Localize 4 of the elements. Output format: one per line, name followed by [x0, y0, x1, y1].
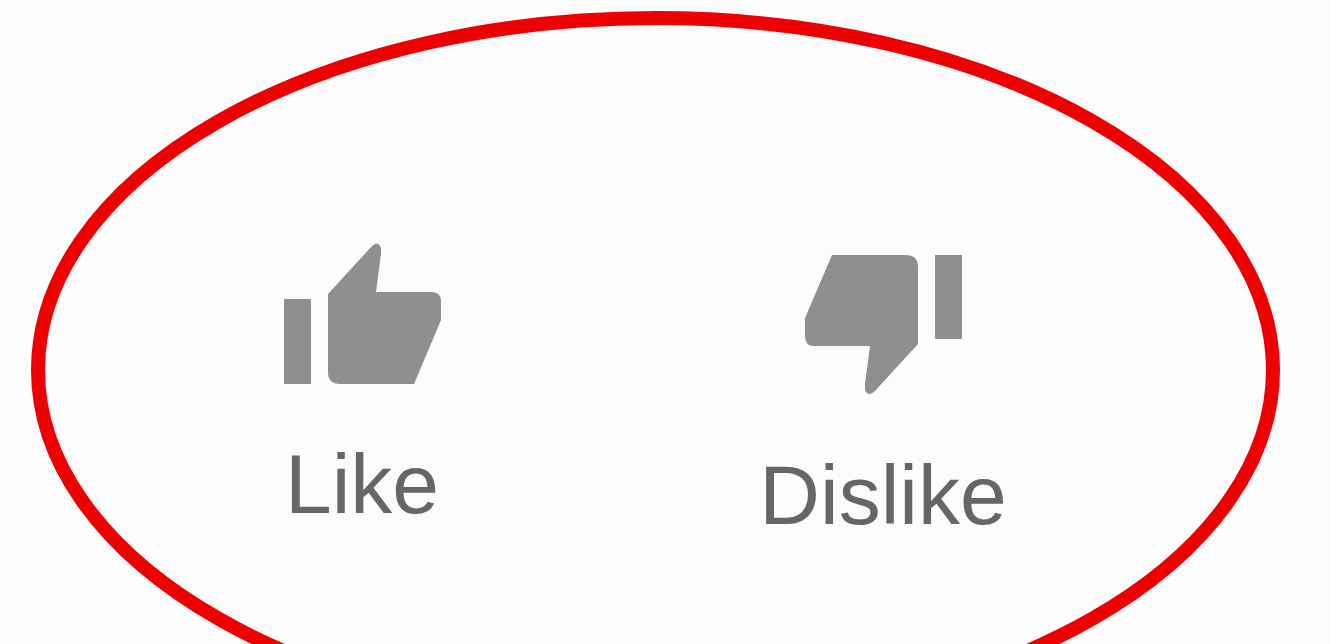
- thumbs-down-icon: [804, 255, 962, 395]
- dislike-button[interactable]: Dislike: [733, 236, 1033, 546]
- like-button[interactable]: Like: [212, 236, 512, 546]
- thumbs-up-icon: [283, 242, 441, 384]
